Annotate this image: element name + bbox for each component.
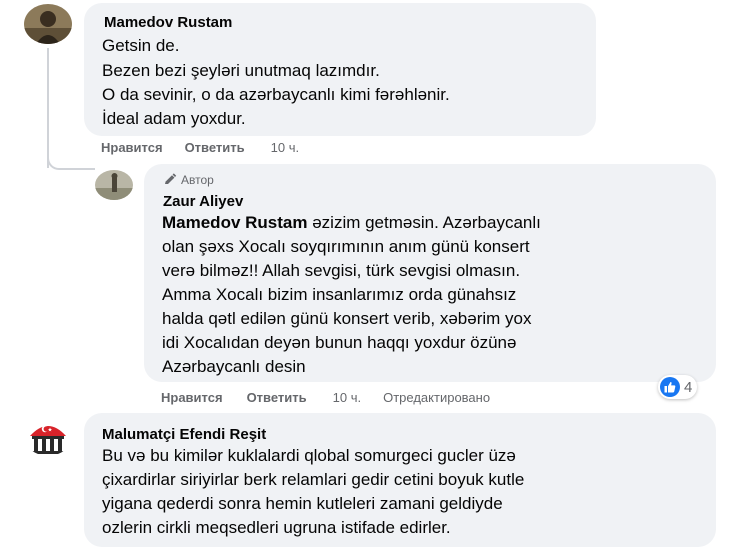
mention-link[interactable]: Mamedov Rustam bbox=[162, 213, 307, 232]
comment-line: Getsin de. bbox=[102, 36, 180, 55]
edited-label[interactable]: Отредактировано bbox=[383, 390, 490, 405]
comment-line: İdeal adam yoxdur. bbox=[102, 109, 246, 128]
comment-line: olan şəxs Xocalı soyqırımının anım günü … bbox=[162, 237, 530, 256]
comment-line: yigana qederdi sonra hemin kutleleri zam… bbox=[102, 494, 503, 513]
reply-bubble: Автор Zaur Aliyev Mamedov Rustam əzizim … bbox=[144, 164, 716, 382]
comment-line: ozlerin cirkli meqsedleri ugruna istifad… bbox=[102, 518, 451, 537]
like-button[interactable]: Нравится bbox=[161, 390, 223, 405]
comment-line: verə bilməz!! Allah sevgisi, türk sevgis… bbox=[162, 261, 521, 280]
comment-line: halda qətl edilən günü konsert verib, xə… bbox=[162, 309, 532, 328]
reply-button[interactable]: Ответить bbox=[247, 390, 307, 405]
reply-button[interactable]: Ответить bbox=[185, 140, 245, 155]
comment-author[interactable]: Mamedov Rustam bbox=[104, 14, 232, 31]
comment-line-rest: əzizim getməsin. Azərbaycanlı bbox=[307, 213, 541, 232]
author-badge-label: Автор bbox=[181, 173, 214, 187]
pencil-icon bbox=[163, 173, 177, 187]
reply-actions: Нравится Ответить 10 ч. Отредактировано bbox=[161, 390, 490, 405]
author-badge: Автор bbox=[163, 173, 214, 187]
thumbs-up-icon bbox=[660, 377, 680, 397]
comment-line: Amma Xocalı bizim insanlarımız orda güna… bbox=[162, 285, 517, 304]
avatar-zaur-aliyev[interactable] bbox=[95, 170, 133, 200]
timestamp[interactable]: 10 ч. bbox=[333, 390, 361, 405]
avatar-malumatci-efendi-resit[interactable] bbox=[24, 414, 72, 456]
comment-line: çixardirlar siriyirlar berk relamlari ge… bbox=[102, 470, 525, 489]
reaction-summary[interactable]: 4 bbox=[658, 375, 698, 399]
comment-bubble-1: Mamedov Rustam Getsin de. Bezen bezi şey… bbox=[84, 3, 596, 136]
timestamp[interactable]: 10 ч. bbox=[271, 140, 299, 155]
comment-bubble-3: Malumatçi Efendi Reşit Bu və bu kimilər … bbox=[84, 413, 716, 547]
comment-actions-1: Нравится Ответить 10 ч. bbox=[101, 140, 299, 155]
comment-line: idi Xocalıdan deyən bunun haqqı yoxdur ö… bbox=[162, 333, 517, 352]
comment-line: Azərbaycanlı desin bbox=[162, 357, 306, 376]
comment-line: Bezen bezi şeyləri unutmaq lazımdır. bbox=[102, 61, 380, 80]
comment-line: Mamedov Rustam əzizim getməsin. Azərbayc… bbox=[162, 211, 541, 236]
comment-line: Bu və bu kimilər kuklalardi qlobal somur… bbox=[102, 446, 516, 465]
thread-connector bbox=[47, 48, 49, 168]
comment-line: O da sevinir, o da azərbaycanlı kimi fər… bbox=[102, 85, 450, 104]
avatar-mamedov-rustam[interactable] bbox=[24, 4, 72, 44]
comment-author[interactable]: Malumatçi Efendi Reşit bbox=[102, 426, 266, 443]
thread-connector-curve bbox=[47, 152, 95, 170]
like-button[interactable]: Нравится bbox=[101, 140, 163, 155]
reaction-count: 4 bbox=[684, 378, 693, 396]
comment-author[interactable]: Zaur Aliyev bbox=[163, 193, 243, 210]
